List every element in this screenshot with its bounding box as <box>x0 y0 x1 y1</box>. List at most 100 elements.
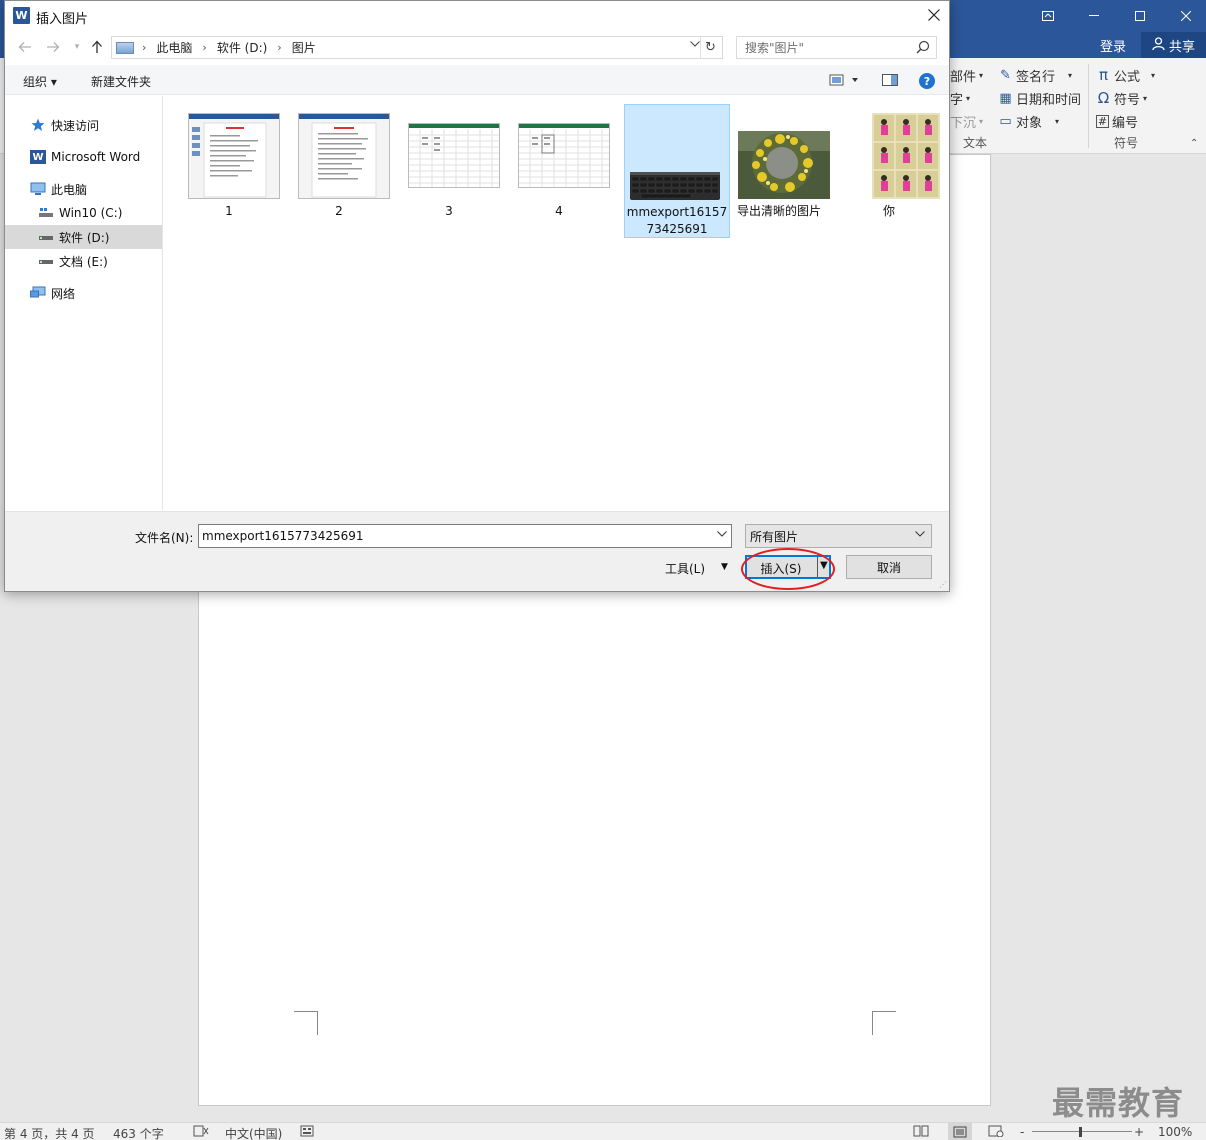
chevron-down-icon <box>915 529 925 540</box>
nav-quick-access[interactable]: 快速访问 <box>5 113 162 137</box>
window-close-icon[interactable] <box>1163 0 1206 32</box>
organize-menu[interactable]: 组织 ▾ <box>23 73 57 90</box>
wordart-button[interactable]: 字 ▾ <box>950 89 970 108</box>
file-name: 2 <box>335 204 343 218</box>
nav-microsoft-word[interactable]: W Microsoft Word <box>5 145 162 169</box>
file-item[interactable]: 2 <box>287 104 393 238</box>
equation-button[interactable]: π 公式 ▾ <box>1096 66 1155 86</box>
nav-drive-d[interactable]: 软件 (D:) <box>5 225 162 249</box>
tools-dropdown-icon[interactable]: ▼ <box>721 562 728 572</box>
numbering-button[interactable]: # 编号 <box>1096 112 1138 131</box>
zoom-out-button[interactable]: - <box>1020 1125 1024 1139</box>
file-thumbnail <box>408 123 500 188</box>
search-icon[interactable] <box>916 40 930 57</box>
file-item[interactable]: 导出清晰的图片 <box>727 104 833 238</box>
nav-drive-e[interactable]: 文档 (E:) <box>5 249 162 273</box>
collapse-ribbon-icon[interactable]: ⌃ <box>1190 138 1198 149</box>
drop-cap-button[interactable]: 下沉 ▾ <box>950 112 983 131</box>
file-item[interactable]: 你 <box>837 104 943 238</box>
proofing-icon[interactable] <box>193 1125 209 1140</box>
forward-arrow-icon[interactable] <box>43 37 63 57</box>
chevron-right-icon: › <box>202 41 207 54</box>
read-mode-icon[interactable] <box>913 1125 929 1140</box>
file-list: 1 2 3 4 mmexport1615773425691 导出清晰的图片 你 <box>167 96 949 510</box>
file-name: 导出清晰的图片 <box>736 204 821 218</box>
object-icon: ▭ <box>999 114 1012 129</box>
share-button[interactable]: 共享 <box>1141 32 1206 58</box>
dialog-close-icon[interactable] <box>919 1 949 29</box>
new-folder-button[interactable]: 新建文件夹 <box>91 73 151 90</box>
hash-icon: # <box>1096 115 1109 128</box>
login-link[interactable]: 登录 <box>1100 36 1126 55</box>
file-name: 4 <box>555 204 563 218</box>
help-icon[interactable]: ? <box>919 73 935 89</box>
address-dropdown-icon[interactable] <box>690 39 700 50</box>
nav-network[interactable]: 网络 <box>5 281 162 305</box>
symbol-button[interactable]: Ω 符号 ▾ <box>1096 89 1147 109</box>
cancel-button[interactable]: 取消 <box>846 555 932 579</box>
address-bar[interactable]: › 此电脑 › 软件 (D:) › 图片 ↻ <box>111 36 723 59</box>
breadcrumb-pictures[interactable]: 图片 <box>292 39 316 56</box>
search-input[interactable]: 搜索"图片" <box>736 36 937 59</box>
computer-icon <box>30 182 46 196</box>
navigation-pane: 快速访问 W Microsoft Word 此电脑 Win10 (C:) 软件 … <box>5 96 163 510</box>
web-layout-icon[interactable] <box>988 1125 1004 1140</box>
watermark: 最需教育 <box>1052 1084 1185 1122</box>
margin-corner-mark <box>294 1011 318 1035</box>
back-arrow-icon[interactable] <box>15 37 35 57</box>
recent-locations-chevron-icon[interactable]: ▾ <box>67 37 87 57</box>
tools-menu[interactable]: 工具(L) <box>665 560 705 577</box>
minimize-icon[interactable] <box>1071 0 1117 32</box>
dialog-title-bar[interactable]: W 插入图片 <box>5 1 949 31</box>
file-type-filter[interactable]: 所有图片 <box>745 524 932 548</box>
file-item[interactable]: mmexport1615773425691 <box>624 104 730 238</box>
nav-drive-c[interactable]: Win10 (C:) <box>5 201 162 225</box>
object-button[interactable]: ▭ 对象 ▾ <box>998 112 1059 131</box>
resize-grip-icon[interactable]: ⋰ <box>939 580 947 589</box>
filename-dropdown-icon[interactable] <box>717 529 727 540</box>
zoom-level[interactable]: 100% <box>1158 1125 1192 1139</box>
file-item[interactable]: 1 <box>177 104 283 238</box>
ribbon-separator <box>1088 64 1089 148</box>
breadcrumb-this-pc[interactable]: 此电脑 <box>156 39 192 56</box>
file-item[interactable]: 3 <box>397 104 503 238</box>
breadcrumb-drive-d[interactable]: 软件 (D:) <box>217 39 267 56</box>
ribbon-display-options-icon[interactable] <box>1025 0 1071 32</box>
signature-line-button[interactable]: ✎ 签名行 ▾ <box>998 66 1072 85</box>
pi-icon: π <box>1098 66 1109 84</box>
word-app-icon: W <box>13 7 30 24</box>
language-indicator[interactable]: 中文(中国) <box>225 1125 282 1140</box>
file-name: 你 <box>882 204 895 218</box>
print-layout-icon[interactable] <box>948 1123 972 1140</box>
zoom-slider-thumb[interactable] <box>1079 1127 1082 1137</box>
quick-parts-button[interactable]: 部件 ▾ <box>950 66 983 85</box>
zoom-in-button[interactable]: + <box>1134 1125 1144 1139</box>
drive-icon <box>38 206 54 220</box>
macro-icon[interactable] <box>300 1125 314 1140</box>
status-bar: 第 4 页，共 4 页 463 个字 中文(中国) - + 100% <box>0 1122 1206 1140</box>
drive-icon <box>38 254 54 268</box>
date-time-button[interactable]: ▦ 日期和时间 <box>998 89 1081 108</box>
file-item[interactable]: 4 <box>507 104 613 238</box>
preview-pane-icon[interactable] <box>882 73 898 90</box>
file-thumbnail <box>872 113 940 199</box>
file-thumbnail <box>298 113 390 199</box>
file-type-value: 所有图片 <box>750 529 799 544</box>
chevron-right-icon: › <box>277 41 282 54</box>
navigation-bar: ▾ › 此电脑 › 软件 (D:) › 图片 ↻ 搜索"图片" <box>5 34 949 60</box>
chevron-right-icon: › <box>142 41 147 54</box>
up-arrow-icon[interactable] <box>87 37 107 57</box>
word-count[interactable]: 463 个字 <box>113 1125 164 1140</box>
file-thumbnail <box>188 113 280 199</box>
view-options-icon[interactable] <box>829 73 859 90</box>
filename-input[interactable] <box>198 524 732 548</box>
maximize-icon[interactable] <box>1117 0 1163 32</box>
word-icon: W <box>30 150 46 164</box>
page-count[interactable]: 第 4 页，共 4 页 <box>4 1125 95 1140</box>
refresh-icon[interactable]: ↻ <box>700 37 720 58</box>
filename-label: 文件名(N): <box>135 531 194 545</box>
zoom-slider[interactable] <box>1032 1131 1132 1132</box>
nav-this-pc[interactable]: 此电脑 <box>5 177 162 201</box>
dialog-footer: 文件名(N): 所有图片 工具(L) ▼ 插入(S) ▼ 取消 ⋰ <box>5 511 949 591</box>
file-thumbnail <box>630 172 720 200</box>
